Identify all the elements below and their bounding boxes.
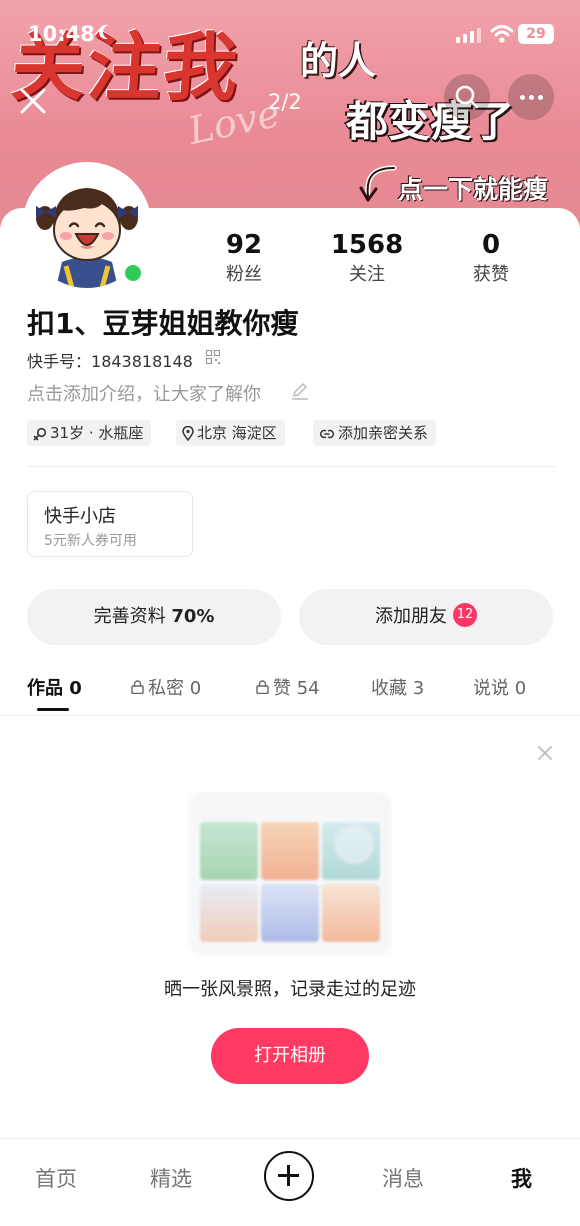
tab-liked-label: 赞 xyxy=(273,678,291,699)
bottom-navigation: 首页 精选 消息 我 xyxy=(0,1138,580,1226)
stat-following[interactable]: 1568 关注 xyxy=(322,228,412,288)
tag-add-relation-label: 添加亲密关系 xyxy=(338,424,429,442)
kuaishou-id[interactable]: 快手号：1843818148 xyxy=(27,348,193,372)
complete-profile-percent: 70% xyxy=(171,606,215,627)
bio-placeholder[interactable]: 点击添加介绍，让大家了解你 xyxy=(27,380,261,406)
tab-liked[interactable]: 赞 54 xyxy=(256,674,320,700)
tab-liked-count: 54 xyxy=(296,678,320,699)
stat-label: 获赞 xyxy=(473,264,509,285)
link-icon xyxy=(319,429,335,438)
tab-private-label: 私密 xyxy=(148,678,184,699)
tag-location-label: 北京 海淀区 xyxy=(197,424,277,442)
tab-moments-label: 说说 xyxy=(473,678,509,699)
stat-likes[interactable]: 0 获赞 xyxy=(446,228,536,288)
lock-icon xyxy=(131,680,144,694)
tab-works-label: 作品 xyxy=(27,678,63,699)
location-pin-icon xyxy=(182,426,194,441)
photo-collage-illustration xyxy=(188,792,392,956)
kuaishou-id-label: 快手号： xyxy=(27,352,92,371)
stat-label: 关注 xyxy=(349,264,385,285)
stat-number: 92 xyxy=(225,230,263,260)
empty-state-message: 晒一张风景照，记录走过的足迹 xyxy=(164,979,416,1000)
edit-pencil-icon[interactable] xyxy=(290,381,310,401)
tag-age-zodiac-label: 31岁 · 水瓶座 xyxy=(50,424,144,442)
stat-label: 粉丝 xyxy=(226,264,262,285)
banner-headline-suffix: 的人 xyxy=(300,39,377,83)
shop-title: 快手小店 xyxy=(44,506,116,527)
open-album-button[interactable]: 打开相册 xyxy=(211,1028,369,1084)
nav-me[interactable]: 我 xyxy=(511,1163,532,1193)
stat-number: 1568 xyxy=(330,230,404,260)
section-divider xyxy=(27,466,555,467)
nav-home[interactable]: 首页 xyxy=(35,1163,77,1193)
curved-arrow-icon xyxy=(359,165,397,202)
tab-moments[interactable]: 说说 0 xyxy=(473,674,526,700)
online-status-dot xyxy=(122,262,144,284)
shop-subtitle: 5元新人券可用 xyxy=(44,533,137,549)
complete-profile-button[interactable]: 完善资料 70% xyxy=(27,589,281,645)
moon-icon xyxy=(103,25,117,39)
tag-add-relation[interactable]: 添加亲密关系 xyxy=(313,420,437,446)
kuaishou-shop-card[interactable]: 快手小店 5元新人券可用 xyxy=(27,491,193,557)
active-tab-indicator xyxy=(37,708,69,711)
more-dots-icon xyxy=(520,95,525,100)
kuaishou-id-value: 1843818148 xyxy=(91,352,193,371)
stat-followers[interactable]: 92 粉丝 xyxy=(199,228,289,288)
tab-favorites-label: 收藏 xyxy=(371,678,407,699)
tab-works[interactable]: 作品 0 xyxy=(27,674,82,700)
status-time: 10:48 xyxy=(28,22,95,46)
banner-page-indicator: 2/2 xyxy=(268,90,302,114)
add-friends-badge: 12 xyxy=(453,603,477,627)
gender-female-icon xyxy=(33,427,47,440)
banner-hint: 点一下就能瘦 xyxy=(398,175,549,204)
nav-featured[interactable]: 精选 xyxy=(150,1163,192,1193)
add-friends-label: 添加朋友 xyxy=(375,606,447,627)
tab-private-count: 0 xyxy=(189,678,202,699)
lock-icon xyxy=(256,680,269,694)
more-button[interactable] xyxy=(508,74,554,120)
tab-private[interactable]: 私密 0 xyxy=(131,674,201,700)
nav-messages[interactable]: 消息 xyxy=(382,1163,424,1193)
battery-indicator: 29 xyxy=(518,24,554,44)
profile-nickname: 扣1、豆芽姐姐教你瘦 xyxy=(27,307,299,340)
qr-code-icon[interactable] xyxy=(206,350,220,364)
tag-location[interactable]: 北京 海淀区 xyxy=(176,420,285,446)
tab-favorites-count: 3 xyxy=(412,678,425,699)
stat-number: 0 xyxy=(481,230,501,260)
tab-favorites[interactable]: 收藏 3 xyxy=(371,674,424,700)
complete-profile-label: 完善资料 xyxy=(93,606,166,627)
search-icon xyxy=(455,85,479,109)
tag-age-zodiac[interactable]: 31岁 · 水瓶座 xyxy=(27,420,152,446)
add-friends-button[interactable]: 添加朋友 12 xyxy=(299,589,553,645)
close-icon[interactable] xyxy=(16,84,50,118)
wifi-icon xyxy=(490,25,514,43)
create-post-plus-icon[interactable] xyxy=(264,1151,314,1201)
cellular-signal-icon xyxy=(456,27,482,43)
tab-works-count: 0 xyxy=(69,678,82,699)
tab-divider xyxy=(0,715,580,716)
tab-moments-count: 0 xyxy=(514,678,527,699)
close-icon[interactable] xyxy=(536,744,554,762)
search-button[interactable] xyxy=(444,74,490,120)
